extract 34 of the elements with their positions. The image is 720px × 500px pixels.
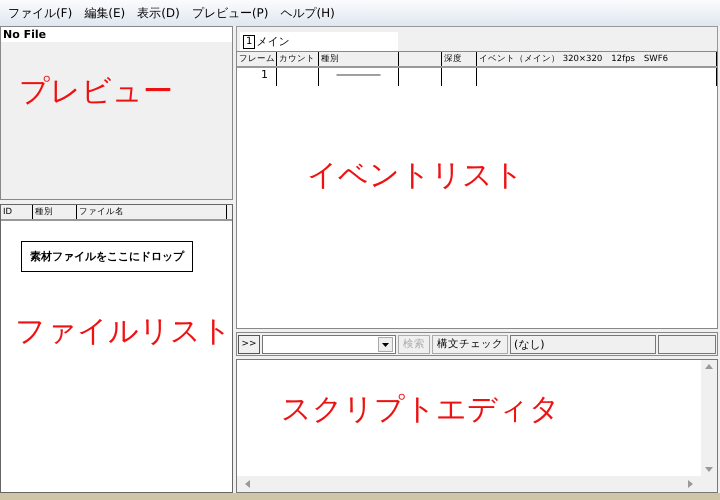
column-header[interactable]: 種別: [33, 205, 77, 219]
script-editor[interactable]: スクリプトエディタ: [236, 359, 718, 493]
search-dropdown[interactable]: [262, 334, 396, 354]
status-field: (なし): [510, 334, 656, 354]
column-header[interactable]: ID: [1, 205, 33, 219]
menu-item[interactable]: ヘルプ(H): [276, 2, 339, 24]
annotation-label: イベントリスト: [307, 157, 524, 195]
annotation-label: スクリプトエディタ: [281, 391, 561, 429]
menu-item[interactable]: ファイル(F): [4, 2, 76, 24]
menu-item[interactable]: 編集(E): [80, 2, 130, 24]
horizontal-scrollbar[interactable]: [237, 476, 717, 492]
table-cell: 1: [261, 68, 268, 81]
column-header[interactable]: 種別: [319, 52, 399, 66]
column-header[interactable]: 深度: [442, 52, 477, 66]
column-header[interactable]: イベント（メイン） 320×320 12fps SWF6: [477, 52, 717, 66]
annotation-label: プレビュー: [19, 73, 173, 111]
drop-zone-button[interactable]: 素材ファイルをここにドロップ: [21, 241, 193, 272]
status-field: [658, 334, 716, 354]
column-header[interactable]: ファイル名: [77, 205, 227, 219]
column-header[interactable]: フレーム: [237, 52, 277, 66]
tab[interactable]: 1 メイン: [240, 32, 398, 51]
scroll-up-icon[interactable]: [705, 364, 713, 369]
syntax-check-button[interactable]: 構文チェック: [432, 334, 508, 354]
file-status: No File: [1, 27, 232, 42]
expand-button[interactable]: >>: [238, 334, 260, 354]
scroll-left-icon[interactable]: [245, 480, 250, 488]
scroll-right-icon[interactable]: [688, 480, 693, 488]
menu-item[interactable]: プレビュー(P): [188, 2, 272, 24]
table-cell: ――――: [336, 68, 380, 81]
vertical-scrollbar[interactable]: [701, 360, 717, 476]
menu-item[interactable]: 表示(D): [133, 2, 184, 24]
column-header[interactable]: カウント: [277, 52, 319, 66]
scroll-down-icon[interactable]: [705, 467, 713, 472]
annotation-label: ファイルリスト: [15, 313, 232, 351]
